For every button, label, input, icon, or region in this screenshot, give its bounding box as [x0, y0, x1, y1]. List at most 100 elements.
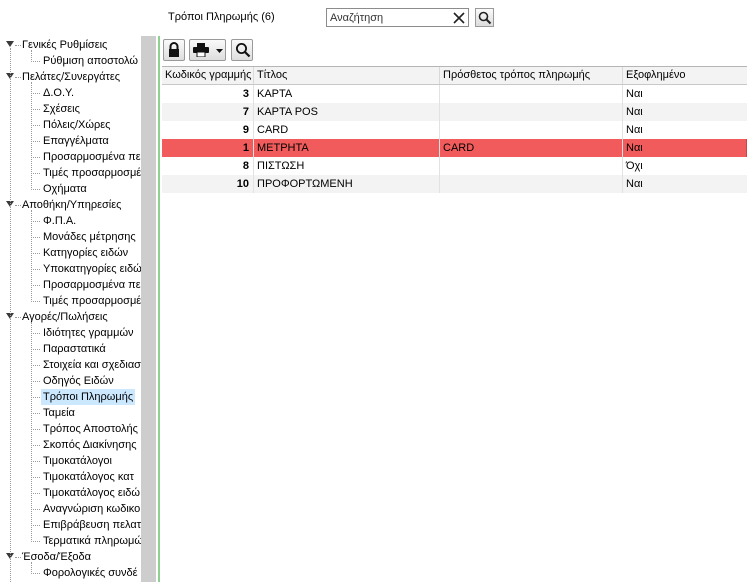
- tree-item[interactable]: Υποκατηγορίες ειδώ: [0, 261, 141, 277]
- tree-item[interactable]: Φ.Π.Α.: [0, 213, 141, 229]
- tree-item[interactable]: Προσαρμοσμένα πε: [0, 277, 141, 293]
- chevron-down-icon[interactable]: [216, 49, 223, 53]
- tree-scrollbar[interactable]: [141, 36, 156, 582]
- cell-title: ΚΑΡΤΑ: [254, 85, 440, 103]
- tree-item-label: Οχήματα: [43, 183, 87, 195]
- tree-connector: [31, 573, 40, 574]
- cell-code: 10: [162, 175, 254, 193]
- search-icon: [478, 11, 492, 25]
- tree-item-label: Οδηγός Ειδών: [43, 375, 114, 387]
- table-row[interactable]: 1 ΜΕΤΡΗΤΑ CARD Ναι: [162, 139, 747, 157]
- tree-item-label: Μονάδες μέτρησης: [43, 231, 136, 243]
- tree-item-label: Τρόποι Πληρωμής: [41, 389, 136, 405]
- cell-code: 3: [162, 85, 254, 103]
- tree-item-label: Δ.Ο.Υ.: [43, 87, 75, 99]
- cell-code: 9: [162, 121, 254, 139]
- tree-item[interactable]: Τιμοκατάλογος ειδώ: [0, 485, 141, 501]
- tree-item[interactable]: Ιδιότητες γραμμών: [0, 325, 141, 341]
- tree-item-label: Έσοδα/Έξοδα: [22, 551, 91, 563]
- tree-connector: [31, 525, 40, 526]
- tree-item[interactable]: Επιβράβευση πελατ: [0, 517, 141, 533]
- tree-connector: [31, 461, 40, 462]
- tree-connector: [31, 397, 40, 398]
- tree-item[interactable]: Φορολογικές συνδέ: [0, 565, 141, 581]
- column-header-paid[interactable]: Εξοφλημένο: [623, 67, 747, 84]
- tree-item[interactable]: Οχήματα: [0, 181, 141, 197]
- close-icon[interactable]: [451, 10, 467, 26]
- tree-item[interactable]: Στοιχεία και σχεδιασ: [0, 357, 141, 373]
- tree-item-label: Αποθήκη/Υπηρεσίες: [22, 199, 122, 211]
- tree-item[interactable]: Τρόπος Αποστολής: [0, 421, 141, 437]
- tree-item[interactable]: Κατηγορίες ειδών: [0, 245, 141, 261]
- column-header-code[interactable]: Κωδικός γραμμής: [162, 67, 254, 84]
- tree-item-label: Επιβράβευση πελατ: [43, 519, 141, 531]
- tree-connector: [31, 61, 40, 62]
- tree-item[interactable]: Τιμοκατάλογος κατ: [0, 469, 141, 485]
- cell-extra-payment: [440, 121, 623, 139]
- tree-item-label: Τερματικά πληρωμώ: [43, 535, 141, 547]
- cell-paid: Ναι: [626, 124, 643, 136]
- tree-item[interactable]: Τιμοκατάλογοι: [0, 453, 141, 469]
- table-row[interactable]: 7 ΚΑΡΤΑ POS Ναι: [162, 103, 747, 121]
- tree-connector: [31, 173, 40, 174]
- tree-item[interactable]: Αναγνώριση κωδικο: [0, 501, 141, 517]
- tree-connector: [31, 125, 40, 126]
- lock-icon: [169, 42, 179, 57]
- cell-title: CARD: [254, 121, 440, 139]
- tree-group[interactable]: Πελάτες/Συνεργάτες: [0, 69, 141, 85]
- tree-item[interactable]: Τρόποι Πληρωμής: [0, 389, 141, 405]
- navigation-tree[interactable]: Γενικές Ρυθμίσεις Ρύθμιση αποστολώ Πελάτες…: [0, 36, 141, 582]
- chevron-down-icon[interactable]: [6, 41, 14, 47]
- tree-connector: [31, 109, 40, 110]
- tree-connector: [31, 333, 40, 334]
- cell-title: ΠΡΟΦΟΡΤΩΜΕΝΗ: [254, 175, 440, 193]
- tree-item[interactable]: Οδηγός Ειδών: [0, 373, 141, 389]
- tree-item[interactable]: Επαγγέλματα: [0, 133, 141, 149]
- tree-item-label: Αναγνώριση κωδικο: [43, 503, 141, 515]
- tree-item[interactable]: Σχέσεις: [0, 101, 141, 117]
- tree-connector: [31, 365, 40, 366]
- tree-item-label: Φορολογικές συνδέ: [43, 567, 138, 579]
- lock-button[interactable]: [163, 39, 185, 61]
- tree-item[interactable]: Ρύθμιση αποστολώ: [0, 53, 141, 69]
- tree-item[interactable]: Σκοπός Διακίνησης: [0, 437, 141, 453]
- cell-paid: Ναι: [626, 178, 643, 190]
- search-input[interactable]: [327, 9, 448, 26]
- cell-code: 1: [162, 139, 254, 157]
- tree-item[interactable]: Δ.Ο.Υ.: [0, 85, 141, 101]
- tree-item[interactable]: Πόλεις/Χώρες: [0, 117, 141, 133]
- tree-item[interactable]: Τιμές προσαρμοσμέ: [0, 293, 141, 309]
- tree-item-label: Τιμοκατάλογος ειδώ: [43, 487, 140, 499]
- tree-item[interactable]: Μονάδες μέτρησης: [0, 229, 141, 245]
- cell-extra-payment: [440, 85, 623, 103]
- tree-item[interactable]: Τερματικά πληρωμώ: [0, 533, 141, 549]
- column-header-extra-payment[interactable]: Πρόσθετος τρόπος πληρωμής: [440, 67, 623, 84]
- tree-group[interactable]: Αγορές/Πωλήσεις: [0, 309, 141, 325]
- tree-item-label: Ιδιότητες γραμμών: [43, 327, 134, 339]
- find-button[interactable]: [231, 39, 253, 61]
- search-box[interactable]: [326, 8, 469, 27]
- cell-code: 8: [162, 157, 254, 175]
- tree-item[interactable]: Ταμεία: [0, 405, 141, 421]
- tree-item[interactable]: Τιμές προσαρμοσμέ: [0, 165, 141, 181]
- payment-methods-grid[interactable]: Κωδικός γραμμής Τίτλος Πρόσθετος τρόπος …: [162, 66, 747, 582]
- tree-item[interactable]: Παραστατικά: [0, 341, 141, 357]
- column-header-title[interactable]: Τίτλος: [254, 67, 440, 84]
- table-row[interactable]: 8 ΠΙΣΤΩΣΗ Όχι: [162, 157, 747, 175]
- table-row[interactable]: 10 ΠΡΟΦΟΡΤΩΜΕΝΗ Ναι: [162, 175, 747, 193]
- tree-item-label: Γενικές Ρυθμίσεις: [22, 39, 108, 51]
- tree-item[interactable]: Προσαρμοσμένα πε: [0, 149, 141, 165]
- cell-extra-payment: [440, 157, 623, 175]
- tree-connector: [31, 509, 40, 510]
- tree-item-label: Αγορές/Πωλήσεις: [22, 311, 108, 323]
- table-row[interactable]: 3 ΚΑΡΤΑ Ναι: [162, 85, 747, 103]
- tree-group[interactable]: Γενικές Ρυθμίσεις: [0, 37, 141, 53]
- tree-connector: [15, 77, 21, 78]
- table-row[interactable]: 9 CARD Ναι: [162, 121, 747, 139]
- tree-group[interactable]: Αποθήκη/Υπηρεσίες: [0, 197, 141, 213]
- cell-title: ΜΕΤΡΗΤΑ: [254, 139, 440, 157]
- tree-group[interactable]: Έσοδα/Έξοδα: [0, 549, 141, 565]
- tree-item-label: Πόλεις/Χώρες: [43, 119, 111, 131]
- search-button[interactable]: [475, 8, 494, 27]
- print-button[interactable]: [189, 39, 226, 61]
